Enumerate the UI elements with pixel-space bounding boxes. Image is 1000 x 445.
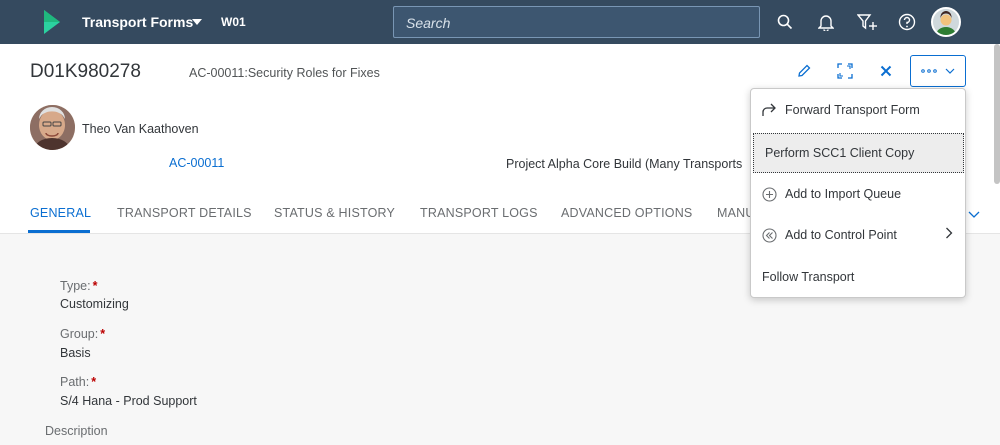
close-icon[interactable] — [871, 56, 901, 86]
menu-item-label: Add to Import Queue — [785, 187, 902, 201]
more-actions-menu: Forward Transport Form Perform SCC1 Clie… — [750, 88, 966, 298]
tab-general[interactable]: GENERAL — [30, 206, 91, 220]
menu-item-label: Forward Transport Form — [785, 103, 920, 117]
app-menu-caret-icon[interactable] — [192, 19, 202, 25]
active-tab-indicator — [28, 230, 90, 233]
app-logo-icon[interactable] — [44, 10, 60, 34]
help-icon[interactable] — [896, 11, 918, 33]
person-name: Theo Van Kaathoven — [82, 122, 199, 136]
edit-icon[interactable] — [789, 56, 819, 86]
menu-item-add-to-control-point[interactable]: Add to Control Point — [751, 215, 965, 255]
forward-icon — [761, 102, 777, 118]
add-circle-icon — [761, 186, 777, 202]
menu-item-follow-transport[interactable]: Follow Transport — [751, 257, 965, 297]
object-subtitle: AC-00011:Security Roles for Fixes — [189, 66, 380, 80]
app-title[interactable]: Transport Forms — [82, 14, 193, 30]
fullscreen-icon[interactable] — [830, 56, 860, 86]
group-label: Group: * — [60, 327, 106, 341]
menu-item-label: Follow Transport — [762, 270, 855, 284]
more-actions-button[interactable] — [910, 55, 966, 87]
type-value: Customizing — [60, 297, 129, 311]
tab-manual[interactable]: MANU — [717, 206, 755, 220]
path-value: S/4 Hana - Prod Support — [60, 394, 197, 408]
tab-transport-logs[interactable]: TRANSPORT LOGS — [420, 206, 538, 220]
menu-item-label: Perform SCC1 Client Copy — [765, 146, 915, 160]
description-label: Description — [45, 424, 108, 438]
menu-item-perform-scc1-client-copy[interactable]: Perform SCC1 Client Copy — [753, 133, 964, 173]
user-avatar[interactable] — [931, 7, 961, 37]
tab-advanced-options[interactable]: ADVANCED OPTIONS — [561, 206, 692, 220]
required-marker: * — [91, 375, 97, 389]
filter-add-icon[interactable] — [856, 11, 878, 33]
shell-bar: Transport Forms W01 Search — [0, 0, 1000, 44]
project-link[interactable]: AC-00011 — [169, 156, 224, 170]
chevron-down-icon — [945, 68, 955, 74]
page-scrollbar[interactable] — [994, 44, 1000, 184]
project-name: Project Alpha Core Build (Many Transport… — [506, 157, 743, 171]
tab-status-history[interactable]: STATUS & HISTORY — [274, 206, 395, 220]
bell-icon[interactable] — [815, 11, 837, 33]
type-label: Type: * — [60, 279, 98, 293]
menu-item-label: Add to Control Point — [785, 228, 897, 242]
search-icon[interactable] — [774, 11, 796, 33]
group-value: Basis — [60, 346, 91, 360]
person-avatar — [30, 105, 75, 150]
menu-item-forward-transport-form[interactable]: Forward Transport Form — [751, 90, 965, 130]
tab-transport-details[interactable]: TRANSPORT DETAILS — [117, 206, 252, 220]
object-id: D01K980278 — [30, 61, 141, 82]
more-icon — [921, 69, 937, 73]
required-marker: * — [100, 327, 106, 341]
double-back-icon — [761, 227, 777, 243]
chevron-right-icon — [945, 227, 953, 242]
required-marker: * — [92, 279, 98, 293]
system-id: W01 — [221, 15, 246, 29]
path-label: Path: * — [60, 375, 97, 389]
menu-item-add-to-import-queue[interactable]: Add to Import Queue — [751, 174, 965, 214]
tabs-overflow-chevron-icon[interactable] — [968, 206, 980, 224]
search-input[interactable]: Search — [393, 6, 760, 38]
